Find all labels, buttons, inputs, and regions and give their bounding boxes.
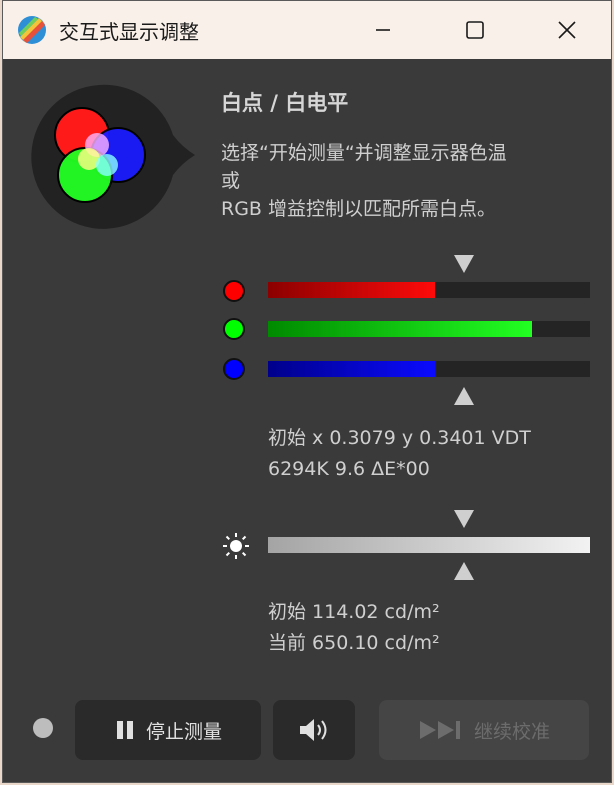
speaker-icon bbox=[300, 719, 327, 741]
green-gain-bar bbox=[268, 321, 590, 337]
luminance-target-marker-top bbox=[454, 510, 475, 528]
luminance-readout: 初始 114.02 cd/m² 当前 650.10 cd/m² bbox=[268, 597, 440, 659]
maximize-icon bbox=[466, 21, 484, 39]
description-line-1: 选择“开始测量“并调整显示器色温 bbox=[221, 142, 507, 164]
luminance-readout-line-2: 当前 650.10 cd/m² bbox=[268, 632, 440, 654]
green-channel-dot bbox=[223, 318, 245, 340]
section-heading: 白点 / 白电平 bbox=[221, 91, 349, 115]
status-indicator bbox=[33, 718, 53, 738]
stop-measurement-label: 停止测量 bbox=[145, 720, 222, 743]
blue-gain-bar bbox=[268, 361, 590, 377]
rgb-target-marker-top bbox=[454, 255, 475, 273]
description-line-3: RGB 增益控制以匹配所需白点。 bbox=[221, 198, 496, 220]
continue-calibration-button[interactable]: 继续校准 bbox=[379, 700, 589, 760]
red-gain-bar bbox=[268, 282, 590, 298]
minimize-icon bbox=[376, 29, 390, 31]
minimize-button[interactable] bbox=[337, 1, 429, 59]
blue-gain-fill bbox=[268, 361, 436, 377]
window-title: 交互式显示调整 bbox=[59, 20, 199, 44]
continue-calibration-label: 继续校准 bbox=[473, 720, 550, 743]
close-button[interactable] bbox=[521, 1, 613, 59]
rgb-target-marker-bottom bbox=[454, 387, 475, 405]
blue-channel-dot bbox=[223, 358, 245, 380]
luminance-readout-line-1: 初始 114.02 cd/m² bbox=[268, 601, 440, 623]
green-gain-fill bbox=[268, 321, 533, 337]
skip-forward-icon bbox=[418, 719, 464, 741]
section-description: 选择“开始测量“并调整显示器色温 或 RGB 增益控制以匹配所需白点。 bbox=[221, 139, 591, 223]
stop-measurement-button[interactable]: 停止测量 bbox=[75, 700, 261, 760]
app-window: 交互式显示调整 白点 / 白电平 选择“开始测量“并调整显示器色温 或 RGB … bbox=[2, 0, 612, 783]
whitepoint-readout-line-2: 6294K 9.6 ΔE*00 bbox=[268, 458, 430, 480]
title-bar: 交互式显示调整 bbox=[3, 1, 611, 59]
description-line-2: 或 bbox=[221, 170, 241, 192]
sound-toggle-button[interactable] bbox=[273, 700, 355, 760]
rgb-whitepoint-icon bbox=[31, 84, 195, 229]
whitepoint-readout-line-1: 初始 x 0.3079 y 0.3401 VDT bbox=[268, 427, 531, 449]
pause-icon bbox=[114, 719, 136, 741]
luminance-target-marker-bottom bbox=[454, 562, 475, 580]
sun-icon bbox=[223, 533, 249, 559]
maximize-button[interactable] bbox=[429, 1, 521, 59]
red-gain-fill bbox=[268, 282, 436, 298]
app-logo-icon bbox=[18, 16, 46, 44]
whitepoint-readout: 初始 x 0.3079 y 0.3401 VDT 6294K 9.6 ΔE*00 bbox=[268, 423, 531, 485]
luminance-bar bbox=[268, 537, 590, 553]
close-icon bbox=[558, 21, 576, 39]
red-channel-dot bbox=[223, 280, 245, 302]
